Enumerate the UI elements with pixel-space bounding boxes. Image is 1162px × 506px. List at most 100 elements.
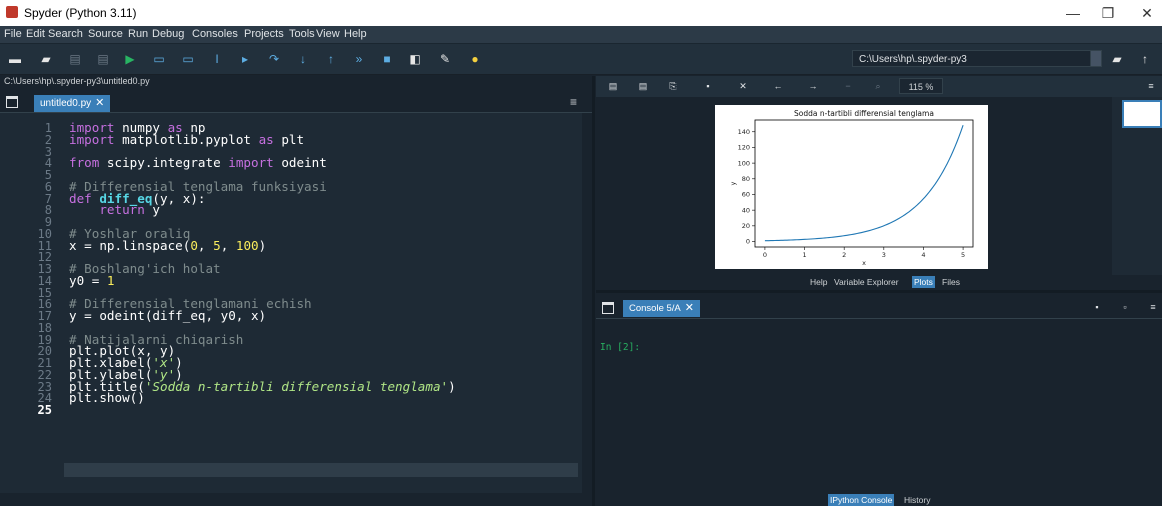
y-tick-label: 20 <box>742 222 750 230</box>
save-all-plots-icon[interactable]: ▤ <box>636 79 650 93</box>
menu-tools[interactable]: Tools <box>289 28 315 40</box>
plot-thumbnail[interactable] <box>1122 100 1162 128</box>
code-line: y0 = 1 <box>69 272 115 288</box>
new-file-icon[interactable]: ▬ <box>6 50 24 68</box>
remove-all-plots-icon[interactable]: ✕ <box>736 79 750 93</box>
run-cell-advance-icon[interactable]: ▭ <box>179 50 197 68</box>
copy-plot-icon[interactable]: ⎘ <box>666 79 680 93</box>
tab-plots[interactable]: Plots <box>912 276 935 288</box>
step-return-icon[interactable]: ↑ <box>322 50 340 68</box>
menu-view[interactable]: View <box>316 28 340 40</box>
plot-frame <box>754 119 974 248</box>
line-number: 22 <box>37 367 52 382</box>
maximize-pane-icon[interactable]: ◧ <box>406 50 424 68</box>
spyder-logo-icon <box>6 6 18 18</box>
remove-plot-icon[interactable]: ▪ <box>701 79 715 93</box>
series-line <box>764 124 964 242</box>
menu-file[interactable]: File <box>4 28 22 40</box>
y-tick-label: 140 <box>738 128 750 136</box>
console-tab-label: Console 5/A <box>629 303 681 314</box>
next-plot-icon[interactable]: → <box>806 79 820 93</box>
code-editor[interactable]: 1 2 3 4 5 6 7 8 9 10 11 12 13 14 15 16 17 18 19 20 21 22 23 24 2… <box>0 113 592 493</box>
tab-files[interactable]: Files <box>940 276 962 288</box>
maximize-button[interactable]: ❐ <box>1093 3 1123 23</box>
previous-plot-icon[interactable]: ← <box>771 79 785 93</box>
code-line: return y <box>99 202 161 218</box>
line-number: 10 <box>37 226 52 241</box>
browse-folder-icon[interactable]: ▰ <box>1108 50 1126 68</box>
menu-edit[interactable]: Edit <box>26 28 45 40</box>
working-directory-dropdown[interactable] <box>1090 50 1102 67</box>
ipython-console[interactable] <box>596 319 1162 493</box>
python-path-icon[interactable]: ● <box>466 50 484 68</box>
step-icon[interactable]: ↷ <box>265 50 283 68</box>
editor-file-path: C:\Users\hp\.spyder-py3\untitled0.py <box>4 76 150 86</box>
console-more-icon[interactable]: ▫ <box>1118 300 1132 314</box>
pane-splitter-horizontal[interactable] <box>596 290 1162 293</box>
tab-help[interactable]: Help <box>808 276 829 288</box>
close-button[interactable]: ✕ <box>1132 3 1162 23</box>
zoom-out-icon[interactable]: − <box>841 79 855 93</box>
run-cell-icon[interactable]: ▭ <box>150 50 168 68</box>
step-into-icon[interactable]: ↓ <box>294 50 312 68</box>
console-tab[interactable]: Console 5/A ✕ <box>623 300 700 317</box>
current-line-highlight <box>64 463 578 477</box>
x-tick-label: 0 <box>763 251 767 259</box>
tab-ipython-console[interactable]: IPython Console <box>828 494 895 506</box>
line-number: 2 <box>44 132 52 147</box>
plots-toolbar: ▤ ▤ ⎘ ▪ ✕ ← → − ⌕ 115 % ≡ <box>596 76 1162 97</box>
zoom-in-icon[interactable]: ⌕ <box>871 79 885 93</box>
save-icon[interactable]: ▤ <box>66 50 84 68</box>
editor-options-icon[interactable]: ≡ <box>570 95 577 109</box>
y-tick-label: 60 <box>742 191 750 199</box>
menu-consoles[interactable]: Consoles <box>192 28 238 40</box>
y-axis-label: y <box>729 181 737 185</box>
tab-history[interactable]: History <box>902 494 932 506</box>
menu-debug[interactable]: Debug <box>152 28 184 40</box>
stop-debug-icon[interactable]: ■ <box>378 50 396 68</box>
line-number: 14 <box>37 273 52 288</box>
plots-options-icon[interactable]: ≡ <box>1144 79 1158 93</box>
menu-projects[interactable]: Projects <box>244 28 284 40</box>
menu-help[interactable]: Help <box>344 28 367 40</box>
open-file-icon[interactable]: ▰ <box>37 50 55 68</box>
code-line: plt.show() <box>69 390 145 406</box>
line-number: 25 <box>37 403 52 417</box>
run-selection-icon[interactable]: I <box>208 50 226 68</box>
menu-run[interactable]: Run <box>128 28 148 40</box>
run-icon[interactable]: ▶ <box>121 50 139 68</box>
editor-tab-untitled0[interactable]: untitled0.py ✕ <box>34 95 111 112</box>
working-directory-field[interactable]: C:\Users\hp\.spyder-py3 <box>852 50 1095 67</box>
tab-variable-explorer[interactable]: Variable Explorer <box>832 276 901 288</box>
console-prompt: In [2]: <box>600 342 641 353</box>
browse-consoles-icon[interactable] <box>602 302 614 314</box>
close-console-icon[interactable]: ✕ <box>685 302 694 314</box>
save-plot-icon[interactable]: ▤ <box>606 79 620 93</box>
title-bar: Spyder (Python 3.11) — ❐ ✕ <box>0 0 1162 26</box>
menu-bar: File Edit Search Source Run Debug Consol… <box>0 26 1162 44</box>
x-tick-label: 4 <box>921 251 925 259</box>
preferences-icon[interactable]: ✎ <box>436 50 454 68</box>
editor-scrollbar[interactable] <box>582 113 592 493</box>
continue-icon[interactable]: » <box>350 50 368 68</box>
y-tick-label: 40 <box>742 206 750 214</box>
parent-directory-icon[interactable]: ↑ <box>1136 50 1154 68</box>
console-options-icon[interactable]: ≡ <box>1146 300 1160 314</box>
y-tick-label: 80 <box>742 175 750 183</box>
y-tick-label: 100 <box>738 159 750 167</box>
debug-icon[interactable]: ▸ <box>236 50 254 68</box>
browse-tabs-icon[interactable] <box>6 96 18 108</box>
menu-search[interactable]: Search <box>48 28 83 40</box>
save-all-icon[interactable]: ▤ <box>94 50 112 68</box>
y-tick-label: 120 <box>738 144 750 152</box>
plot-figure[interactable]: 0 1 2 3 4 5 0 20 40 60 80 100 120 140 Sodda n-tartibli… <box>715 105 988 269</box>
pane-splitter[interactable] <box>592 76 595 506</box>
close-tab-icon[interactable]: ✕ <box>95 97 104 109</box>
editor-tab-bar: untitled0.py ✕ ≡ <box>0 92 592 113</box>
menu-source[interactable]: Source <box>88 28 123 40</box>
zoom-level-field[interactable]: 115 % <box>899 78 943 94</box>
minimize-button[interactable]: — <box>1058 3 1088 23</box>
stop-kernel-icon[interactable]: ▪ <box>1090 300 1104 314</box>
plots-pane-tabs: Help Variable Explorer Plots Files <box>596 275 1162 289</box>
line-number: 18 <box>37 320 52 335</box>
